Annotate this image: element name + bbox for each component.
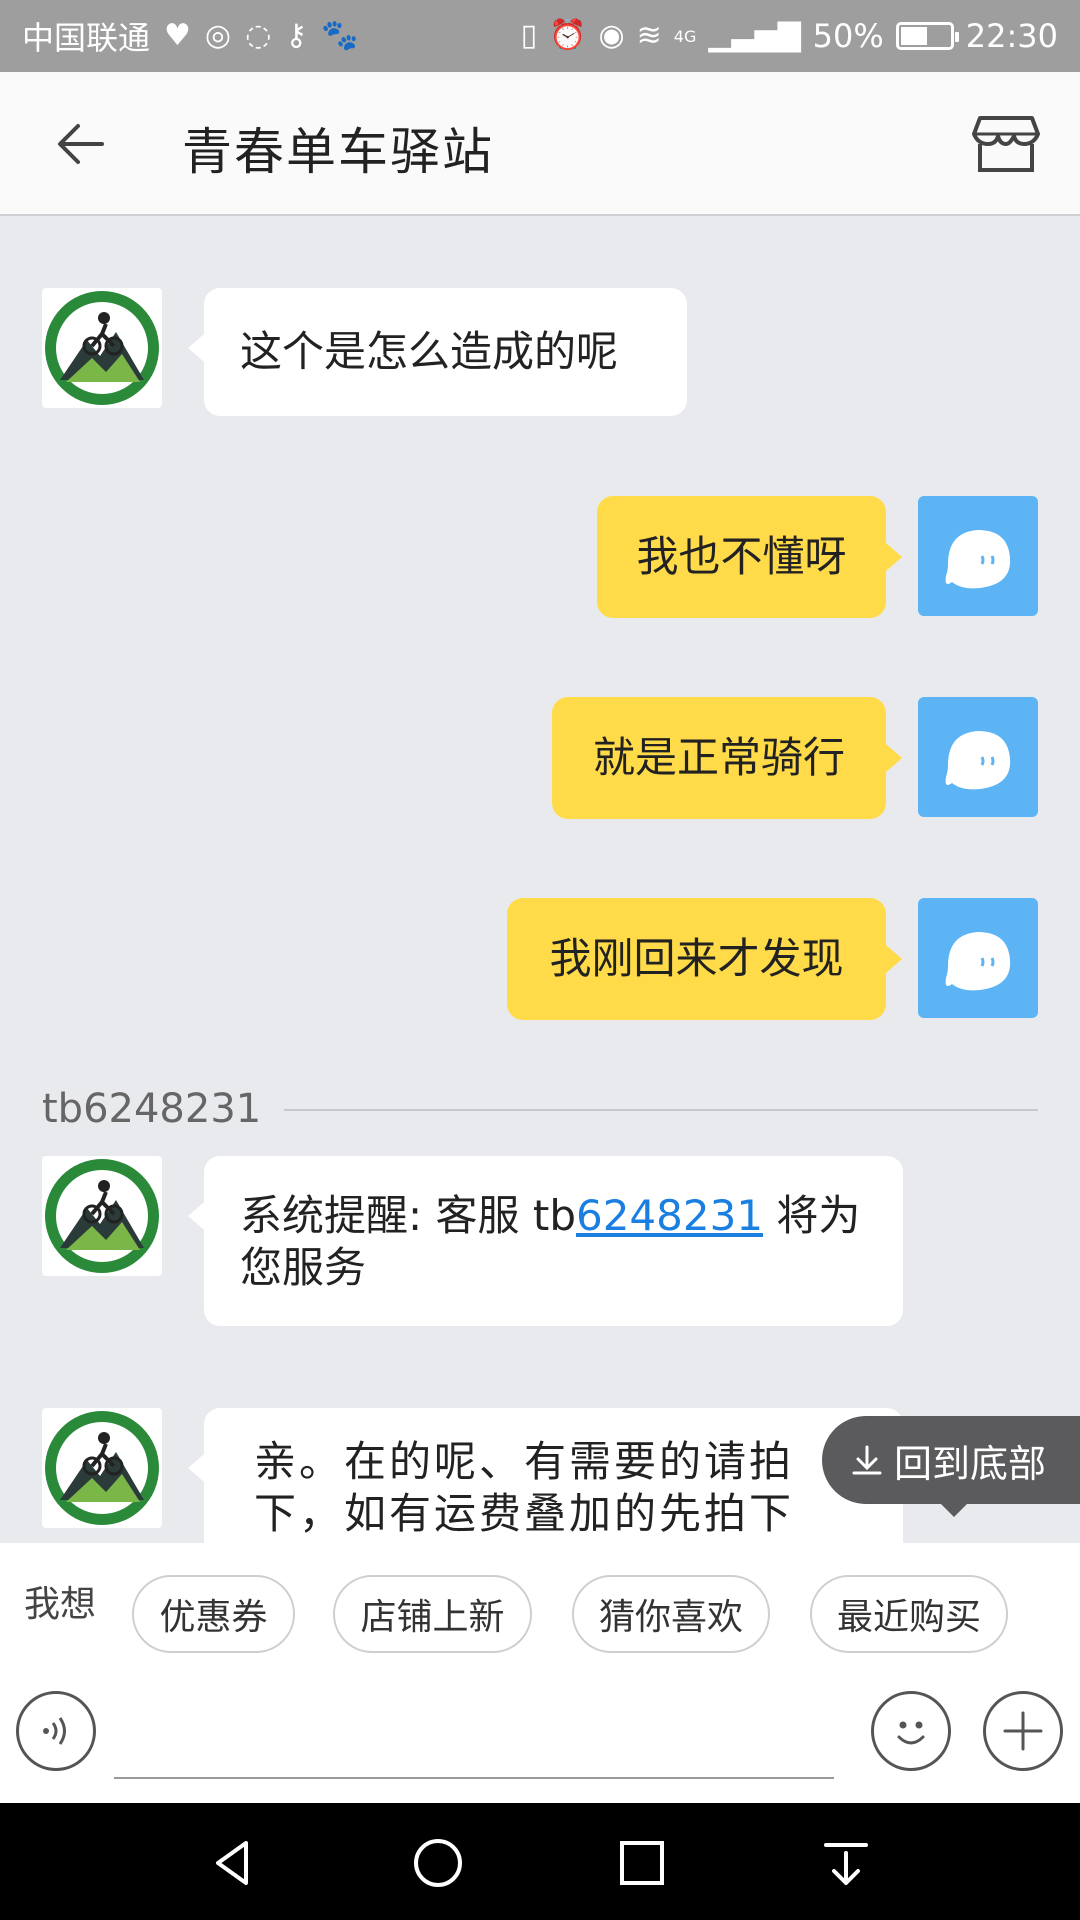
alarm-icon: ⏰ <box>549 18 587 53</box>
my-avatar[interactable] <box>918 496 1038 616</box>
nav-notification-drawer-icon[interactable] <box>818 1835 874 1891</box>
quick-reply-bar: 我想 优惠券 店铺上新 猜你喜欢 最近购买 <box>0 1543 1080 1661</box>
header: 青春单车驿站 <box>0 72 1080 216</box>
sync-icon: ◌ <box>245 18 272 53</box>
nav-back-icon[interactable] <box>206 1835 262 1891</box>
chat-bubble-mascot-icon <box>945 731 1011 790</box>
system-nav-bar <box>0 1803 1080 1920</box>
system-message-prefix: 系统提醒: 客服 tb <box>240 1191 576 1240</box>
outgoing-message[interactable]: 我刚回来才发现 <box>507 898 886 1020</box>
bubble-tail <box>188 334 204 362</box>
chip-recent-purchases[interactable]: 最近购买 <box>810 1575 1008 1653</box>
chip-new-arrivals[interactable]: 店铺上新 <box>333 1575 532 1653</box>
bubble-tail <box>886 744 902 772</box>
system-message[interactable]: 系统提醒: 客服 tb6248231 将为您服务 <box>204 1156 903 1326</box>
nav-recents-icon[interactable] <box>614 1835 670 1891</box>
back-to-bottom-button[interactable]: 回到底部 <box>822 1416 1080 1504</box>
message-input[interactable] <box>114 1777 834 1779</box>
battery-icon <box>895 22 959 50</box>
back-arrow-icon[interactable] <box>52 114 112 174</box>
divider-line <box>284 1109 1038 1111</box>
incoming-message[interactable]: 这个是怎么造成的呢 <box>204 288 687 416</box>
my-avatar[interactable] <box>918 697 1038 817</box>
vibrate-icon: ▯ <box>520 18 538 53</box>
agent-id-link[interactable]: 6248231 <box>576 1191 763 1240</box>
chat-area[interactable]: 这个是怎么造成的呢 我也不懂呀 就是正常骑行 我刚回来才发现 tb6248231 <box>0 216 1080 1543</box>
bike-shop-logo-icon <box>45 1159 159 1273</box>
signal-icon: ▁▃▅▇ <box>708 18 801 53</box>
voice-icon <box>43 1717 66 1745</box>
outgoing-message[interactable]: 我也不懂呀 <box>597 496 886 618</box>
incoming-message[interactable]: 亲。在的呢、有需要的请拍下，如有运费叠加的先拍下 <box>204 1408 903 1543</box>
quick-reply-label: 我想 <box>24 1584 97 1625</box>
plus-icon <box>1003 1711 1043 1751</box>
chat-bubble-mascot-icon <box>945 932 1011 991</box>
chip-coupon[interactable]: 优惠券 <box>132 1575 295 1653</box>
chip-recommendations[interactable]: 猜你喜欢 <box>572 1575 770 1653</box>
heart-monitor-icon: ♥ <box>164 18 191 53</box>
key-icon: ⚷ <box>285 18 308 53</box>
battery-percent: 50% <box>812 17 884 55</box>
bubble-tail <box>886 543 902 571</box>
shop-avatar[interactable] <box>42 1408 162 1528</box>
my-avatar[interactable] <box>918 898 1038 1018</box>
carrier-label: 中国联通 <box>22 19 151 57</box>
more-button[interactable] <box>983 1691 1063 1771</box>
tooltip-tail <box>940 1503 968 1517</box>
outgoing-message[interactable]: 就是正常骑行 <box>552 697 886 819</box>
input-row <box>0 1661 1080 1803</box>
bike-shop-logo-icon <box>45 291 159 405</box>
clock: 22:30 <box>965 17 1058 55</box>
smiley-icon <box>897 1721 925 1745</box>
bubble-tail <box>886 945 902 973</box>
weibo-icon: ◎ <box>204 18 232 53</box>
nav-home-icon[interactable] <box>410 1835 466 1891</box>
eye-icon: ◉ <box>598 18 625 53</box>
battery-fill <box>900 27 927 45</box>
page-title: 青春单车驿站 <box>182 123 494 181</box>
network-type: 4G <box>673 26 697 46</box>
wifi-icon: ≋ <box>636 18 662 53</box>
back-to-bottom-label: 回到底部 <box>894 1441 1047 1486</box>
bubble-tail <box>188 1454 204 1482</box>
baidu-icon: 🐾 <box>321 18 359 53</box>
chat-bubble-mascot-icon <box>945 530 1011 589</box>
voice-button[interactable] <box>16 1691 96 1771</box>
download-arrow-icon <box>852 1445 882 1475</box>
shop-icon[interactable] <box>972 112 1040 174</box>
agent-divider-label: tb6248231 <box>42 1086 262 1132</box>
shop-avatar[interactable] <box>42 288 162 408</box>
bubble-tail <box>188 1202 204 1230</box>
bike-shop-logo-icon <box>45 1411 159 1525</box>
shop-avatar[interactable] <box>42 1156 162 1276</box>
status-bar: 中国联通 ♥ ◎ ◌ ⚷ 🐾 ▯ ⏰ ◉ ≋ 4G ▁▃▅▇ 50% 22:30 <box>0 0 1080 72</box>
emoji-button[interactable] <box>871 1691 951 1771</box>
